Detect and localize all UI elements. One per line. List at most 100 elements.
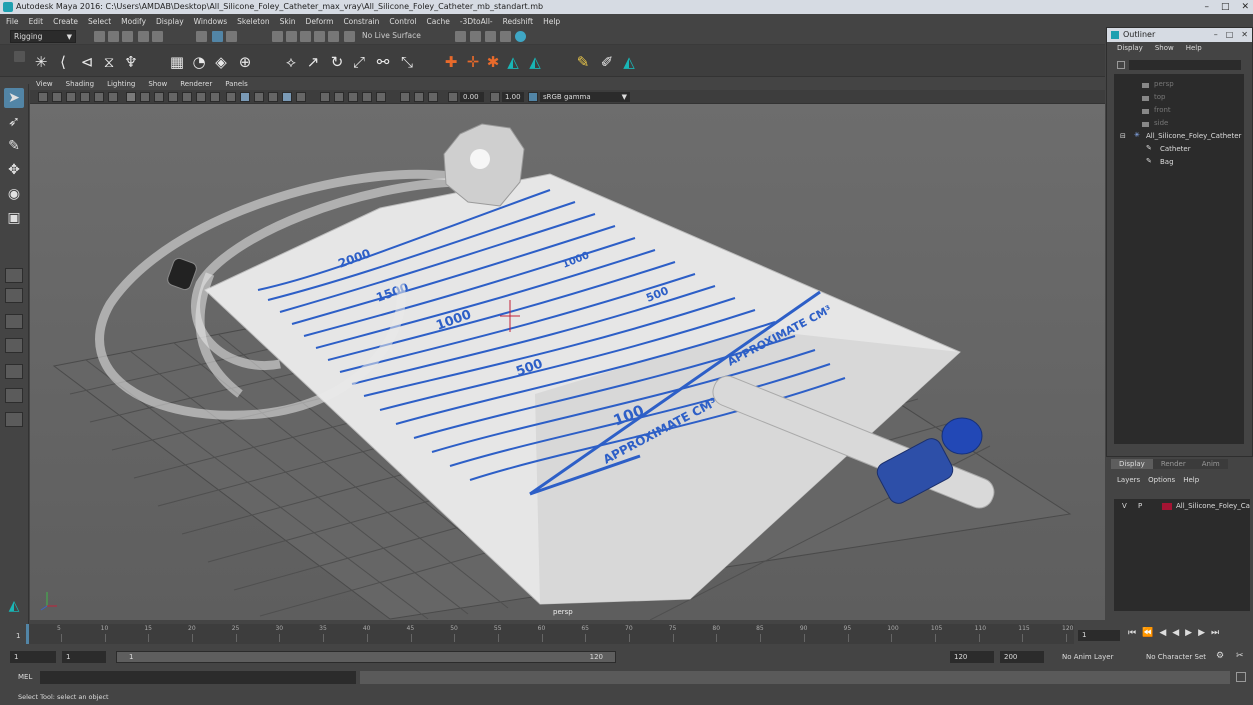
maximize-button[interactable]: □ [1221, 0, 1230, 14]
select-tool-icon[interactable]: ➤ [4, 88, 24, 108]
3dtoall-icon[interactable]: ◭ [504, 53, 522, 71]
snap-surface-icon[interactable] [328, 31, 339, 42]
outliner-item-bag[interactable]: Bag [1160, 158, 1174, 166]
single-perspective-layout-icon[interactable] [5, 268, 23, 283]
safe-action-icon[interactable] [196, 92, 206, 102]
snap-grid-icon[interactable] [272, 31, 283, 42]
menu-skeleton[interactable]: Skeleton [237, 17, 269, 26]
undo-icon[interactable] [138, 31, 149, 42]
menu-modify[interactable]: Modify [121, 17, 146, 26]
menu-set-dropdown[interactable]: Rigging ▼ [10, 30, 76, 43]
open-scene-icon[interactable] [108, 31, 119, 42]
play-backwards-icon[interactable]: ◀ [1172, 628, 1179, 638]
render-view-icon[interactable] [515, 31, 526, 42]
current-frame-field[interactable]: 1 [1078, 630, 1120, 641]
anti-aliasing-icon[interactable] [376, 92, 386, 102]
snap-point-icon[interactable] [300, 31, 311, 42]
snap-curve-icon[interactable] [286, 31, 297, 42]
new-scene-icon[interactable] [94, 31, 105, 42]
outliner-filter-icon[interactable] [1117, 61, 1125, 69]
gate-mask-icon[interactable] [168, 92, 178, 102]
anim-layer-dropdown[interactable]: No Anim Layer [1058, 651, 1138, 663]
viewport-menu-shading[interactable]: Shading [66, 79, 94, 90]
3dtoall-2-icon[interactable]: ◭ [526, 53, 544, 71]
redo-icon[interactable] [152, 31, 163, 42]
motion-blur-icon[interactable] [362, 92, 372, 102]
paint-select-icon[interactable]: ✎ [4, 136, 24, 156]
color-management-icon[interactable] [528, 92, 538, 102]
step-back-frame-icon[interactable]: ◀︎ [1159, 628, 1166, 638]
layer-visibility-toggle[interactable]: V [1122, 501, 1127, 512]
menu-edit[interactable]: Edit [29, 17, 44, 26]
menu-help[interactable]: Help [543, 17, 560, 26]
go-to-start-icon[interactable]: ⏮ [1128, 628, 1136, 638]
menu-constrain[interactable]: Constrain [343, 17, 379, 26]
outliner-search-input[interactable] [1129, 60, 1241, 70]
auto-key-icon[interactable]: ⚙ [1216, 651, 1224, 661]
pole-vector-icon[interactable]: ⤡ [398, 53, 416, 71]
field-chart-icon[interactable] [182, 92, 192, 102]
locator-2-icon[interactable]: ✛ [464, 53, 482, 71]
ambient-occlusion-icon[interactable] [348, 92, 358, 102]
default-material-icon[interactable] [254, 92, 264, 102]
menu-redshift[interactable]: Redshift [503, 17, 533, 26]
layer-playback-toggle[interactable]: P [1138, 501, 1142, 512]
create-joints-icon[interactable]: ✳ [32, 53, 50, 71]
step-back-key-icon[interactable]: ⏪ [1142, 628, 1153, 638]
outliner-item-catheter[interactable]: Catheter [1160, 145, 1191, 153]
humanik-icon[interactable]: ♆ [122, 53, 140, 71]
xray-joints-icon[interactable] [414, 92, 424, 102]
exposure-field[interactable]: 0.00 [460, 92, 484, 102]
scale-constraint-icon[interactable]: ⤢ [350, 53, 368, 71]
grease-pencil-icon[interactable] [108, 92, 118, 102]
outliner-close-button[interactable]: ✕ [1241, 28, 1248, 42]
select-component-icon[interactable] [226, 31, 237, 42]
tab-display[interactable]: Display [1111, 459, 1153, 469]
layer-row[interactable]: V P All_Silicone_Foley_Catheter [1114, 501, 1250, 512]
move-tool-icon[interactable]: ✥ [4, 160, 24, 180]
persp-outliner-layout-icon[interactable] [5, 314, 23, 329]
viewport-menu-panels[interactable]: Panels [225, 79, 248, 90]
bookmark-icon[interactable] [66, 92, 76, 102]
outliner-item-root-group[interactable]: All_Silicone_Foley_Catheter [1146, 132, 1241, 140]
paint-weights-icon[interactable]: ✎ [574, 53, 592, 71]
custom-layout-icon[interactable] [5, 412, 23, 427]
menu-windows[interactable]: Windows [194, 17, 227, 26]
menu-3dtoall[interactable]: -3DtoAll- [460, 17, 493, 26]
outliner-menu-show[interactable]: Show [1155, 42, 1174, 54]
lattice-icon[interactable]: ▦ [168, 53, 186, 71]
outliner-item-top[interactable]: top [1154, 93, 1165, 101]
hypershade-icon[interactable] [500, 31, 511, 42]
2d-pan-icon[interactable] [94, 92, 104, 102]
go-to-end-icon[interactable]: ⏭ [1211, 628, 1219, 638]
rotate-tool-icon[interactable]: ◉ [4, 184, 24, 204]
point-constraint-icon[interactable]: ⟡ [282, 53, 300, 71]
time-slider[interactable]: 5 10 15 20 25 30 35 40 45 50 55 60 65 70 75 80 85 90 95 100… [0, 624, 1253, 646]
cluster-icon[interactable]: ◈ [212, 53, 230, 71]
playback-start-field[interactable]: 1 [62, 651, 106, 663]
perspective-viewport[interactable]: 2000 1500 1000 500 100 APPROXIMATE CM³ 1… [30, 104, 1105, 620]
shelf-options-icon[interactable] [14, 51, 25, 62]
wireframe-icon[interactable] [226, 92, 236, 102]
safe-title-icon[interactable] [210, 92, 220, 102]
tab-render[interactable]: Render [1152, 459, 1194, 469]
gamma-field[interactable]: 1.00 [502, 92, 524, 102]
color-space-dropdown[interactable]: sRGB gamma ▼ [540, 92, 630, 102]
script-editor-icon[interactable] [1236, 672, 1246, 682]
ik-spline-icon[interactable]: ⊲ [78, 53, 96, 71]
orient-constraint-icon[interactable]: ↻ [328, 53, 346, 71]
make-live-icon[interactable] [344, 31, 355, 42]
start-time-field[interactable]: 1 [10, 651, 56, 663]
isolate-select-icon[interactable] [400, 92, 410, 102]
grid-toggle-icon[interactable] [126, 92, 136, 102]
layer-menu-options[interactable]: Options [1148, 473, 1175, 487]
render-frame-icon[interactable] [455, 31, 466, 42]
exposure-icon[interactable] [448, 92, 458, 102]
camera-attributes-icon[interactable] [52, 92, 62, 102]
scale-tool-icon[interactable]: ▣ [4, 208, 24, 228]
resolution-gate-icon[interactable] [154, 92, 164, 102]
wrap-deformer-icon[interactable]: ◔ [190, 53, 208, 71]
render-settings-icon[interactable] [485, 31, 496, 42]
layer-color-swatch[interactable] [1162, 503, 1172, 510]
ik-handle-icon[interactable]: ⟨ [54, 53, 72, 71]
